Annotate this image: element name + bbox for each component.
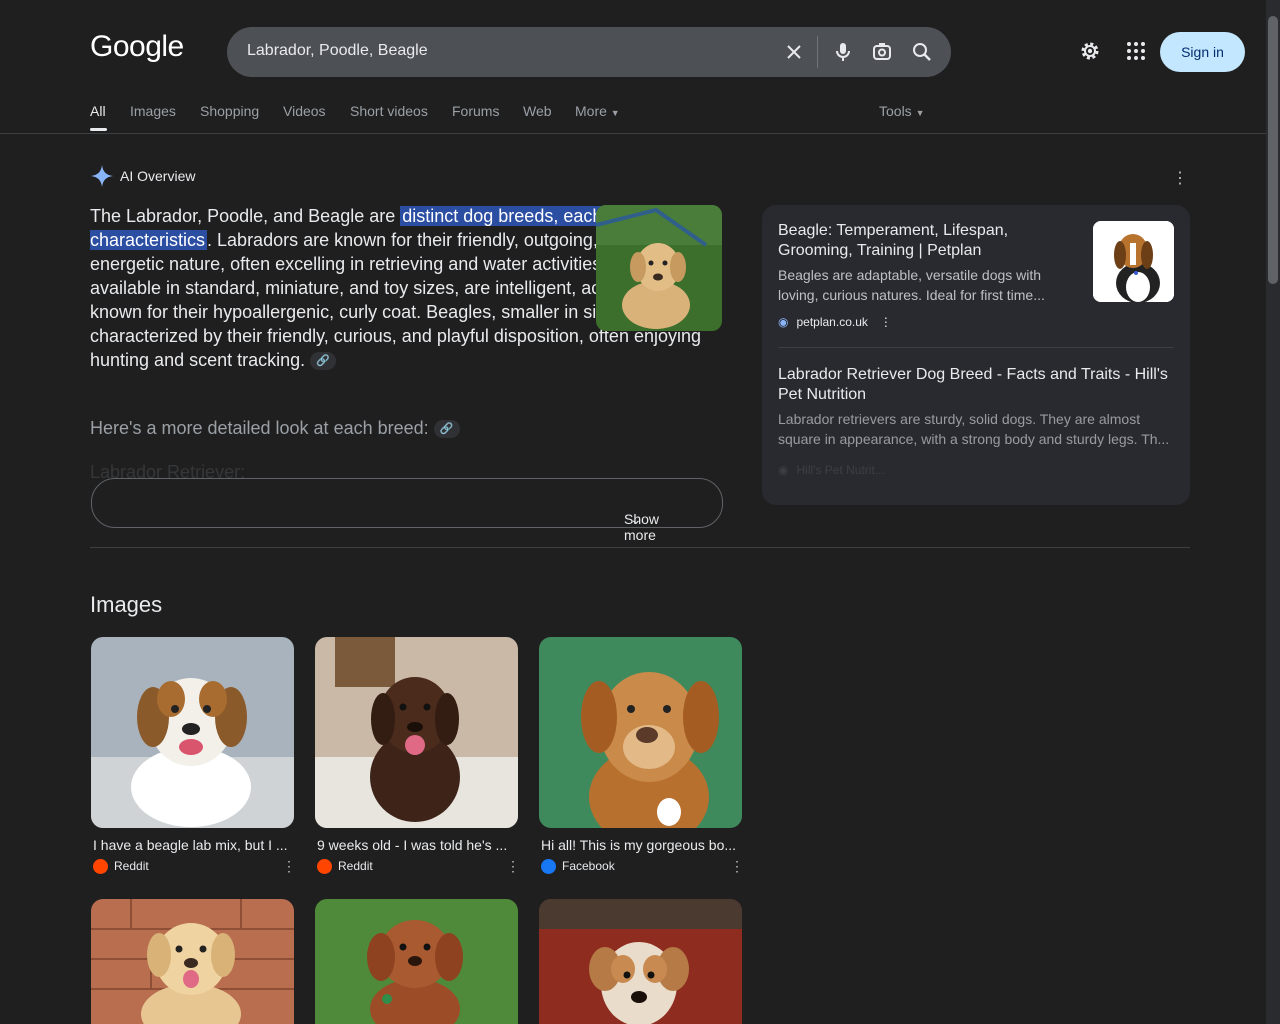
chevron-down-icon: ⌄	[630, 511, 642, 527]
ai-overview-title: AI Overview	[120, 168, 196, 184]
lens-icon[interactable]	[870, 40, 894, 64]
search-box[interactable]: Labrador, Poodle, Beagle	[227, 27, 951, 77]
scrollbar-thumb[interactable]	[1268, 16, 1278, 284]
kebab-icon[interactable]: ⋮	[506, 858, 520, 875]
tab-all[interactable]: All	[90, 103, 106, 119]
tab-shopping[interactable]: Shopping	[200, 103, 259, 119]
source-2-title[interactable]: Labrador Retriever Dog Breed - Facts and…	[778, 365, 1174, 405]
tab-web[interactable]: Web	[523, 103, 552, 119]
image-source-2[interactable]: Reddit	[317, 859, 373, 875]
kebab-icon[interactable]: ⋮	[282, 858, 296, 875]
link-icon[interactable]: 🔗	[310, 352, 337, 371]
labrador-puppy-image[interactable]	[596, 205, 722, 331]
source-1-site-name: petplan.co.uk	[796, 315, 868, 329]
tab-forums[interactable]: Forums	[452, 103, 499, 119]
beagle-thumbnail[interactable]	[1093, 221, 1174, 302]
tab-short-videos[interactable]: Short videos	[350, 103, 428, 119]
image-result-3[interactable]	[539, 637, 742, 828]
clear-icon[interactable]	[782, 40, 806, 64]
image-source-3-name: Facebook	[562, 859, 615, 873]
card-divider	[778, 347, 1174, 348]
image-caption-1[interactable]: I have a beagle lab mix, but I ...	[93, 837, 289, 853]
header-divider	[0, 133, 1266, 134]
apps-grid-icon[interactable]	[1124, 39, 1148, 63]
google-logo[interactable]: Google	[90, 30, 184, 64]
search-icon[interactable]	[910, 40, 934, 64]
reddit-icon	[317, 859, 332, 875]
image-result-2[interactable]	[315, 637, 518, 828]
show-more-button[interactable]: Show more ⌄	[91, 478, 723, 543]
tools-label: Tools	[879, 103, 912, 119]
tab-more[interactable]: More ▼	[575, 103, 620, 119]
source-1-site[interactable]: ◉ petplan.co.uk ⋮	[778, 315, 892, 329]
image-result-5[interactable]	[315, 899, 518, 1024]
active-tab-indicator	[90, 128, 107, 131]
image-source-3[interactable]: Facebook	[541, 859, 615, 875]
search-divider	[817, 36, 818, 68]
section-divider	[90, 547, 1190, 548]
ai-text-start: The Labrador, Poodle, and Beagle are	[90, 206, 401, 226]
image-result-4[interactable]	[91, 899, 294, 1024]
more-options-icon[interactable]: ⋮	[1172, 168, 1188, 188]
globe-icon: ◉	[778, 315, 789, 329]
reddit-icon	[93, 859, 108, 875]
image-caption-3[interactable]: Hi all! This is my gorgeous bo...	[541, 837, 737, 853]
tools-button[interactable]: Tools ▼	[879, 103, 925, 119]
tab-more-label: More	[575, 103, 607, 119]
tab-videos[interactable]: Videos	[283, 103, 326, 119]
sources-panel: Beagle: Temperament, Lifespan, Grooming,…	[762, 205, 1190, 505]
microphone-icon[interactable]	[831, 40, 855, 64]
images-heading: Images	[90, 592, 163, 617]
source-2-desc: Labrador retrievers are sturdy, solid do…	[778, 411, 1170, 447]
sign-in-button[interactable]: Sign in	[1160, 32, 1245, 72]
caret-down-icon: ▼	[915, 108, 925, 118]
facebook-icon	[541, 859, 556, 875]
search-input[interactable]: Labrador, Poodle, Beagle	[247, 42, 428, 60]
settings-gear-icon[interactable]	[1078, 39, 1102, 63]
kebab-icon[interactable]: ⋮	[880, 315, 892, 329]
source-2-site[interactable]: ◉ Hill's Pet Nutrit...	[778, 463, 885, 477]
ai-subheading: Here's a more detailed look at each bree…	[90, 418, 460, 439]
image-result-6[interactable]	[539, 899, 742, 1024]
tab-images[interactable]: Images	[130, 103, 176, 119]
ai-subheading-text: Here's a more detailed look at each bree…	[90, 418, 429, 438]
sparkle-icon	[91, 165, 113, 187]
source-1-desc: Beagles are adaptable, versatile dogs wi…	[778, 267, 1045, 303]
source-2-site-name: Hill's Pet Nutrit...	[796, 463, 885, 477]
image-source-1-name: Reddit	[114, 859, 149, 873]
image-source-2-name: Reddit	[338, 859, 373, 873]
image-caption-2[interactable]: 9 weeks old - I was told he's ...	[317, 837, 513, 853]
image-source-1[interactable]: Reddit	[93, 859, 149, 875]
source-1-title[interactable]: Beagle: Temperament, Lifespan, Grooming,…	[778, 221, 1078, 261]
globe-icon: ◉	[778, 463, 789, 477]
caret-down-icon: ▼	[610, 108, 620, 118]
kebab-icon[interactable]: ⋮	[730, 858, 744, 875]
link-icon[interactable]: 🔗	[433, 420, 460, 439]
image-result-1[interactable]	[91, 637, 294, 828]
